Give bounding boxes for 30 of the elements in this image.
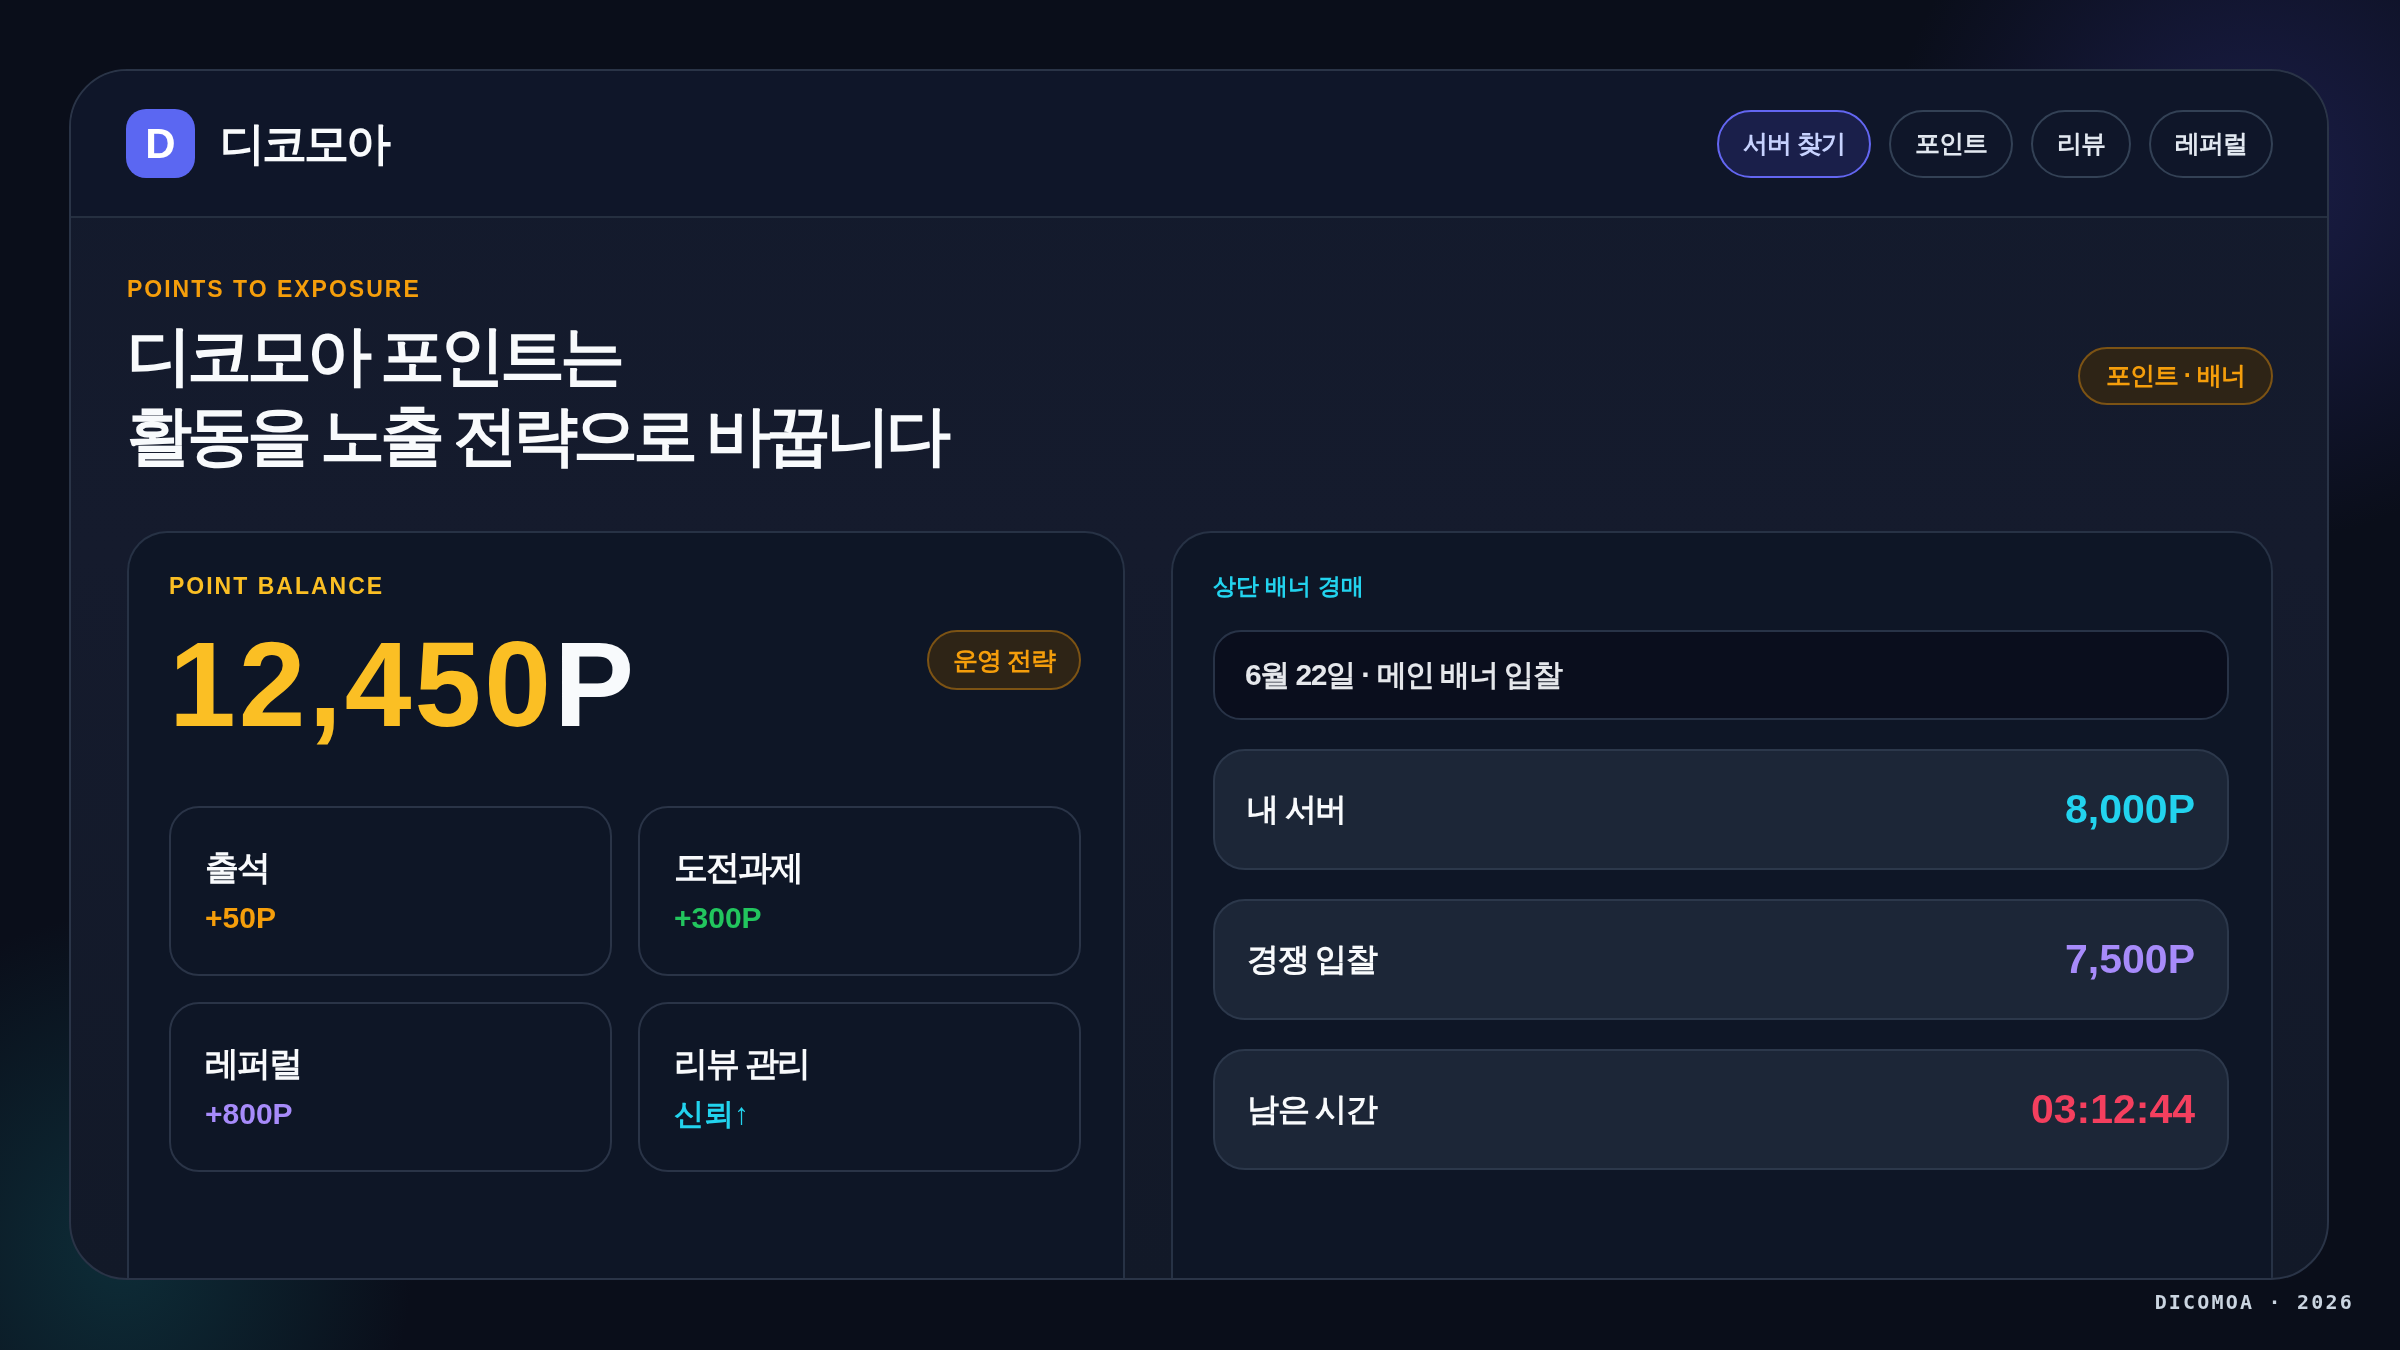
reward-name: 도전과제 bbox=[674, 846, 803, 888]
reward-value: 신뢰↑ bbox=[674, 1095, 749, 1132]
nav-tab[interactable]: 리뷰 bbox=[2031, 109, 2131, 178]
row-value: 03:12:44 bbox=[2030, 1086, 2195, 1134]
row-value: 8,000P bbox=[2065, 786, 2195, 834]
headline-line: 디코모아 포인트는 bbox=[127, 317, 622, 394]
reward-name: 리뷰 관리 bbox=[674, 1042, 811, 1084]
auction-headline-bar: 6월 22일 · 메인 배너 입찰 bbox=[1213, 630, 2229, 721]
nav-tab[interactable]: 포인트 bbox=[1889, 109, 2013, 178]
nav-tab[interactable]: 레퍼럴 bbox=[2149, 109, 2273, 178]
row-value: 7,500P bbox=[2065, 936, 2195, 984]
brand-name: 디코모아 bbox=[220, 116, 390, 171]
reward-name: 출석 bbox=[205, 846, 270, 888]
reward-value: +50P bbox=[205, 899, 276, 936]
headline-line: 활동을 노출 전략으로 바꿉니다 bbox=[127, 397, 948, 474]
section-eyebrow: POINTS TO EXPOSURE bbox=[127, 276, 421, 304]
panel-label: 상단 배너 경매 bbox=[1213, 572, 1364, 601]
reward-name: 레퍼럴 bbox=[205, 1042, 302, 1084]
panel-label: POINT BALANCE bbox=[169, 572, 385, 601]
row-label: 내 서버 bbox=[1247, 789, 1347, 829]
row-label: 경쟁 입찰 bbox=[1247, 939, 1378, 979]
nav-tab[interactable]: 서버 찾기 bbox=[1717, 109, 1871, 178]
reward-value: +300P bbox=[674, 899, 762, 936]
brand-logo[interactable]: D bbox=[126, 109, 195, 178]
point-balance: 12,450P bbox=[169, 624, 638, 745]
footer-text: DICOMOA · 2026 bbox=[2154, 1290, 2354, 1314]
row-label: 남은 시간 bbox=[1247, 1089, 1378, 1129]
category-tag: 포인트 · 배너 bbox=[2077, 346, 2273, 405]
reward-value: +800P bbox=[205, 1095, 293, 1132]
strategy-tag: 운영 전략 bbox=[927, 630, 1081, 691]
